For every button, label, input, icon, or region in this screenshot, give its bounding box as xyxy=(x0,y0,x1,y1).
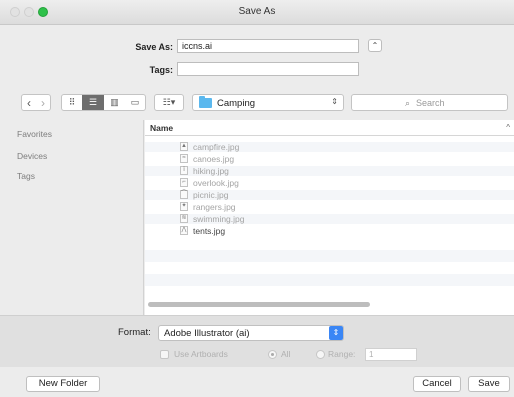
list-icon: ☰ xyxy=(88,97,98,107)
image-file-icon: ⌒ xyxy=(180,190,188,199)
image-file-icon: ≈ xyxy=(180,154,188,163)
file-list: Name ^ ▲ campfire.jpg ≈ canoes.jpg ǐ hik… xyxy=(145,120,514,315)
search-placeholder: Search xyxy=(416,98,445,108)
collapse-dialog-button[interactable]: ⌃ xyxy=(368,39,382,52)
file-name: swimming.jpg xyxy=(193,214,245,224)
title-bar: Save As xyxy=(0,0,514,25)
list-item[interactable]: ⋀ tents.jpg xyxy=(145,226,514,236)
chevron-left-icon: ‹ xyxy=(27,95,31,110)
chevron-right-icon: › xyxy=(41,95,45,110)
list-item[interactable]: ≋ swimming.jpg xyxy=(145,214,514,224)
file-name: campfire.jpg xyxy=(193,142,240,152)
image-file-icon: ≋ xyxy=(180,214,188,223)
cancel-button[interactable]: Cancel xyxy=(413,376,461,392)
back-button[interactable]: ‹ xyxy=(22,95,36,110)
tags-label: Tags: xyxy=(149,65,173,75)
image-file-icon: ✦ xyxy=(180,202,188,211)
back-forward-group: ‹ › xyxy=(21,94,51,111)
format-value: Adobe Illustrator (ai) xyxy=(164,328,250,339)
column-name-label: Name xyxy=(150,123,174,133)
all-label: All xyxy=(281,349,291,359)
image-file-icon: ▲ xyxy=(180,142,188,151)
sidebar: Favorites Devices Tags xyxy=(0,120,144,315)
column-view-button[interactable]: ▥ xyxy=(104,95,125,110)
format-label: Format: xyxy=(118,327,151,338)
forward-button[interactable]: › xyxy=(36,95,50,110)
list-item[interactable]: ǐ hiking.jpg xyxy=(145,166,514,176)
file-name: tents.jpg xyxy=(193,226,226,236)
updown-arrows-icon: ⇕ xyxy=(331,97,338,106)
sort-ascending-icon: ^ xyxy=(506,123,510,132)
list-view-button[interactable]: ☰ xyxy=(82,95,104,110)
empty-row xyxy=(145,274,514,286)
save-as-label: Save As: xyxy=(135,42,173,52)
file-name: hiking.jpg xyxy=(193,166,229,176)
search-icon: ⌕ xyxy=(405,98,411,108)
column-header-name[interactable]: Name ^ xyxy=(145,120,514,136)
list-item[interactable]: ⌐ overlook.jpg xyxy=(145,178,514,188)
file-name: canoes.jpg xyxy=(193,154,235,164)
range-label: Range: xyxy=(328,349,356,359)
window-title: Save As xyxy=(238,6,276,17)
use-artboards-checkbox[interactable] xyxy=(160,350,169,359)
location-label: Camping xyxy=(217,98,256,109)
sidebar-item-devices[interactable]: Devices xyxy=(17,151,47,161)
file-name: rangers.jpg xyxy=(193,202,236,212)
file-name: overlook.jpg xyxy=(193,178,239,188)
browser-toolbar: ‹ › ⠿ ☰ ▥ ▭ ☷▾ Camping ⇕ ⌕ Search xyxy=(0,94,514,114)
folder-icon xyxy=(199,96,212,108)
grid-icon: ⠿ xyxy=(68,97,76,107)
sidebar-item-favorites[interactable]: Favorites xyxy=(17,129,52,139)
image-file-icon: ⋀ xyxy=(180,226,188,235)
list-item[interactable]: ≈ canoes.jpg xyxy=(145,154,514,164)
image-file-icon: ǐ xyxy=(180,166,188,175)
use-artboards-label: Use Artboards xyxy=(174,349,228,359)
image-file-icon: ⌐ xyxy=(180,178,188,187)
range-input[interactable]: 1 xyxy=(365,348,417,361)
columns-icon: ▥ xyxy=(110,97,119,107)
cover-flow-button[interactable]: ▭ xyxy=(125,95,145,110)
save-as-field[interactable]: iccns.ai xyxy=(177,39,359,53)
sidebar-item-tags[interactable]: Tags xyxy=(17,171,35,181)
updown-arrows-icon: ⇕ xyxy=(329,326,343,340)
location-popup[interactable]: Camping ⇕ xyxy=(192,94,344,111)
list-item[interactable]: ▲ campfire.jpg xyxy=(145,142,514,152)
save-as-dialog: Save As Save As: iccns.ai ⌃ Tags: ‹ › ⠿ … xyxy=(0,0,514,397)
cover-flow-icon: ▭ xyxy=(130,97,140,107)
icon-view-button[interactable]: ⠿ xyxy=(62,95,82,110)
tags-field[interactable] xyxy=(177,62,359,76)
all-radio[interactable] xyxy=(268,350,277,359)
new-folder-button[interactable]: New Folder xyxy=(26,376,100,392)
view-mode-group: ⠿ ☰ ▥ ▭ xyxy=(61,94,146,111)
file-name: picnic.jpg xyxy=(193,190,229,200)
empty-row xyxy=(145,250,514,262)
arrange-icon: ☷▾ xyxy=(162,97,176,107)
arrange-button[interactable]: ☷▾ xyxy=(154,94,184,111)
save-button[interactable]: Save xyxy=(468,376,510,392)
format-options-panel: Format: Adobe Illustrator (ai) ⇕ Use Art… xyxy=(0,315,514,367)
list-item[interactable]: ⌒ picnic.jpg xyxy=(145,190,514,200)
range-radio[interactable] xyxy=(316,350,325,359)
horizontal-scrollbar[interactable] xyxy=(148,302,370,307)
list-item[interactable]: ✦ rangers.jpg xyxy=(145,202,514,212)
format-popup[interactable]: Adobe Illustrator (ai) ⇕ xyxy=(158,325,344,341)
search-field[interactable]: ⌕ Search xyxy=(351,94,508,111)
